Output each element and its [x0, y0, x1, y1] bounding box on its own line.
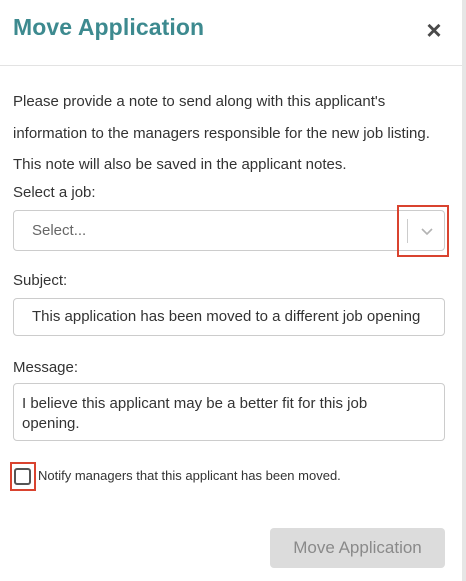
notify-managers-label[interactable]: Notify managers that this applicant has …: [38, 468, 341, 483]
subject-label: Subject:: [13, 272, 68, 289]
checkbox-highlight-box: [10, 462, 36, 491]
job-select[interactable]: Select...: [13, 210, 445, 251]
modal-right-edge: [462, 0, 466, 581]
modal-title: Move Application: [13, 14, 205, 40]
message-textarea[interactable]: I believe this applicant may be a better…: [13, 383, 445, 441]
close-icon[interactable]: ×: [422, 17, 446, 43]
dropdown-highlight-box: [397, 205, 449, 257]
subject-input-value: This application has been moved to a dif…: [32, 308, 421, 325]
message-label: Message:: [13, 359, 79, 376]
subject-input[interactable]: This application has been moved to a dif…: [13, 298, 445, 336]
job-select-label: Select a job:: [13, 184, 96, 201]
move-application-modal: Move Application × Please provide a note…: [0, 0, 462, 581]
modal-description: Please provide a note to send along with…: [13, 93, 430, 173]
modal-header: Move Application ×: [0, 0, 462, 66]
job-select-placeholder: Select...: [32, 222, 87, 239]
move-application-button[interactable]: Move Application: [270, 528, 445, 568]
message-textarea-value: I believe this applicant may be a better…: [22, 395, 368, 432]
